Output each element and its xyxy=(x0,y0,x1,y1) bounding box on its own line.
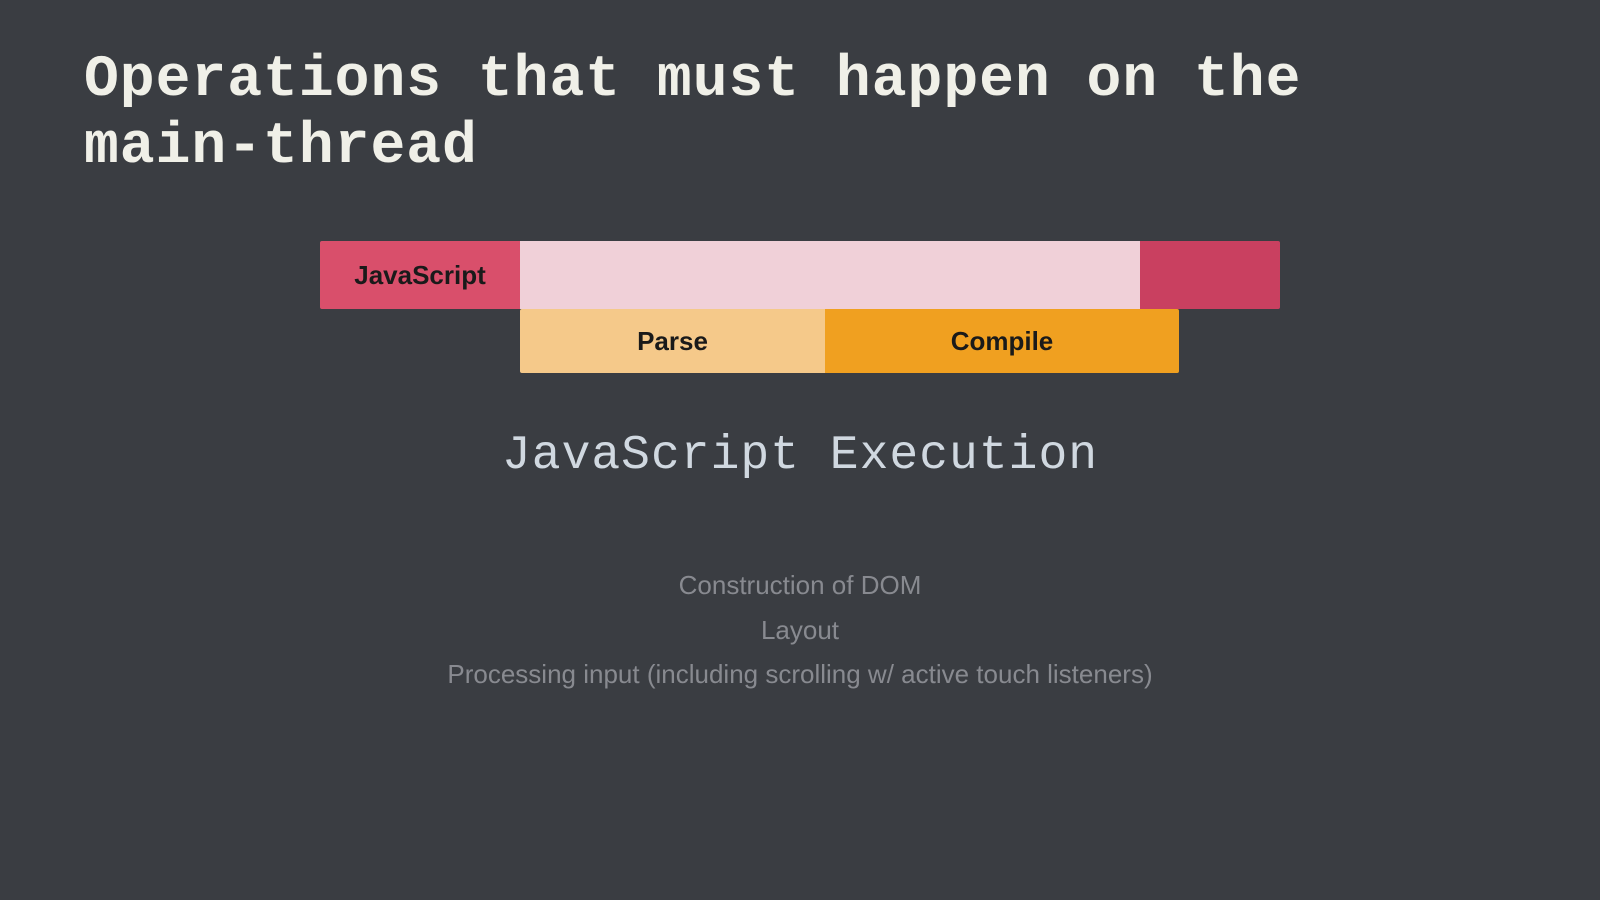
bars-container: JavaScript Parse Compile xyxy=(320,241,1280,373)
bottom-list: Construction of DOM Layout Processing in… xyxy=(447,563,1152,696)
js-execution-label: JavaScript Execution xyxy=(502,429,1098,483)
javascript-block: JavaScript xyxy=(320,241,520,309)
compile-block: Compile xyxy=(825,309,1179,373)
bottom-item-3: Processing input (including scrolling w/… xyxy=(447,652,1152,696)
red-end-block xyxy=(1140,241,1280,309)
parse-block: Parse xyxy=(520,309,825,373)
pink-wide-block xyxy=(520,241,1140,309)
top-row: JavaScript xyxy=(320,241,1280,309)
bottom-row: Parse Compile xyxy=(520,309,1280,373)
bottom-item-2: Layout xyxy=(447,608,1152,652)
bottom-item-1: Construction of DOM xyxy=(447,563,1152,607)
page-title: Operations that must happen on the main-… xyxy=(0,0,1600,181)
diagram-area: JavaScript Parse Compile JavaScript Exec… xyxy=(0,241,1600,696)
